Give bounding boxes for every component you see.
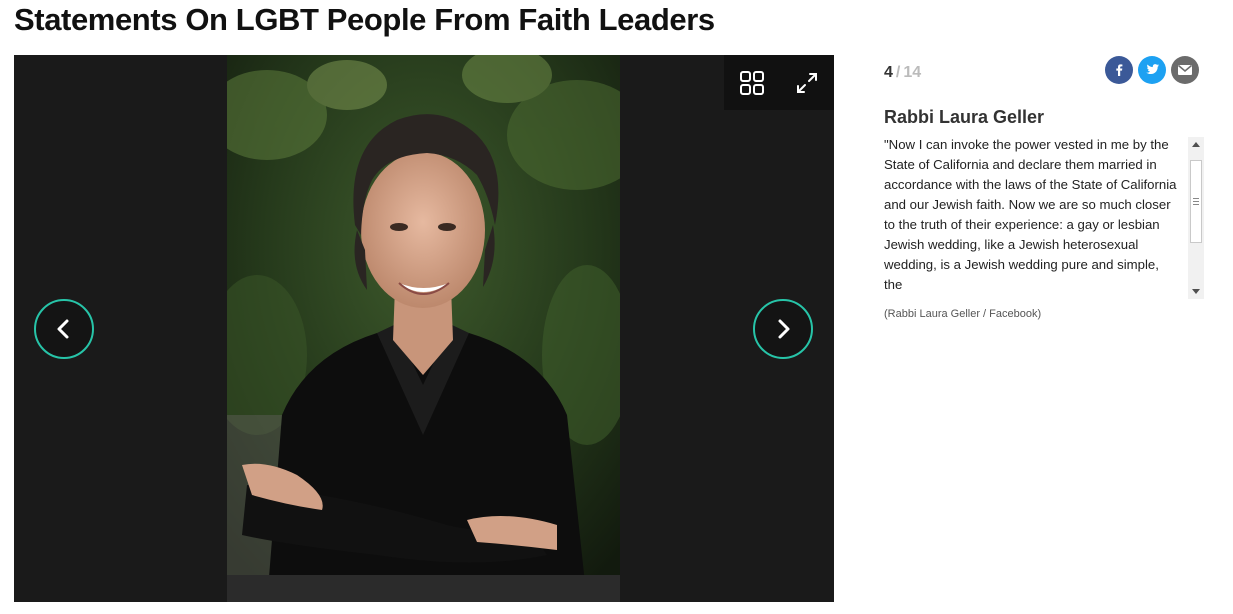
- email-share-button[interactable]: [1171, 56, 1199, 84]
- scrollbar-thumb[interactable]: [1190, 160, 1202, 243]
- facebook-share-button[interactable]: [1105, 56, 1133, 84]
- chevron-right-icon: [778, 319, 790, 339]
- slide-counter: 4/14: [884, 64, 921, 82]
- grid-view-icon[interactable]: [736, 67, 768, 99]
- slide-caption: "Now I can invoke the power vested in me…: [884, 137, 1177, 292]
- slide-counter-current: 4: [884, 64, 893, 81]
- gallery-stage: [14, 55, 834, 602]
- slide-counter-total: 14: [903, 64, 922, 81]
- slide-photo: [227, 55, 620, 602]
- caption-scrollbar[interactable]: [1188, 137, 1204, 299]
- twitter-icon: [1146, 64, 1159, 75]
- previous-slide-button[interactable]: [34, 299, 94, 359]
- slide-title: Rabbi Laura Geller: [884, 107, 1045, 127]
- facebook-icon: [1116, 64, 1123, 76]
- email-icon: [1178, 64, 1192, 75]
- photo-credit: (Rabbi Laura Geller / Facebook): [884, 308, 1042, 320]
- caption-scroll-area[interactable]: "Now I can invoke the power vested in me…: [884, 135, 1204, 299]
- scroll-up-arrow-icon[interactable]: [1188, 137, 1204, 151]
- share-buttons: [1105, 56, 1199, 84]
- next-slide-button[interactable]: [753, 299, 813, 359]
- scroll-down-arrow-icon[interactable]: [1188, 285, 1204, 299]
- gallery-controls: [724, 55, 834, 110]
- expand-icon[interactable]: [791, 67, 823, 99]
- twitter-share-button[interactable]: [1138, 56, 1166, 84]
- chevron-left-icon: [57, 319, 69, 339]
- page-title: Statements On LGBT People From Faith Lea…: [14, 2, 715, 37]
- slide-counter-separator: /: [895, 64, 901, 81]
